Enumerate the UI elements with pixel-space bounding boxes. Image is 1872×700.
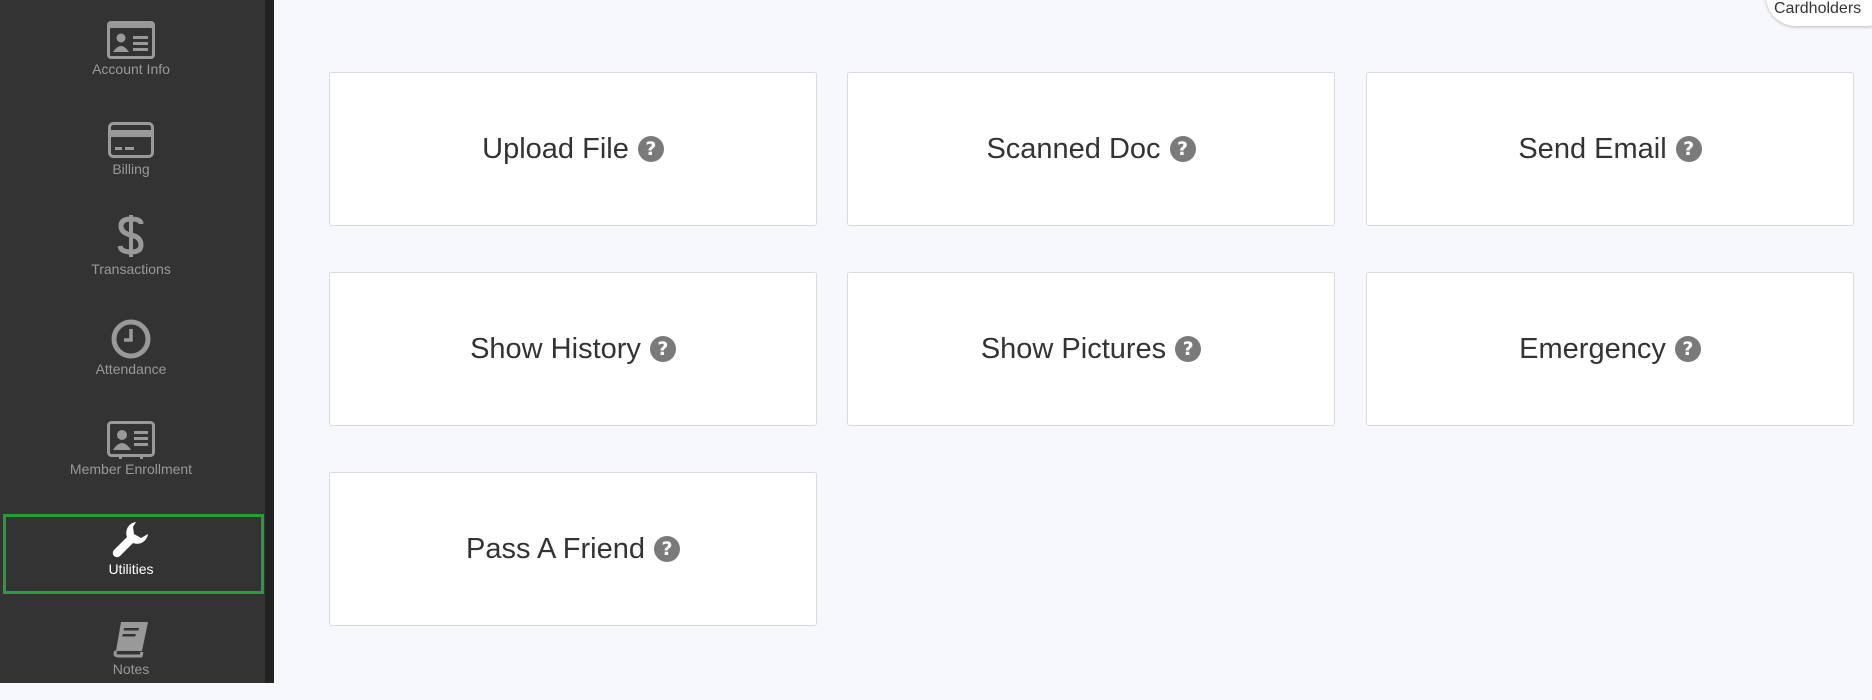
question-circle-icon[interactable]: ?	[637, 136, 664, 162]
tile-label: Scanned Doc	[986, 132, 1161, 165]
send-email-tile[interactable]: Send Email ?	[1366, 72, 1854, 226]
tile-label: Pass A Friend	[466, 532, 645, 565]
sidebar-item-label: Account Info	[92, 61, 170, 77]
question-circle-icon[interactable]: ?	[1169, 136, 1196, 162]
tile-label: Show Pictures	[980, 332, 1167, 365]
sidebar-item-label: Transactions	[91, 261, 171, 277]
question-circle-icon[interactable]: ?	[653, 536, 680, 562]
id-badge-icon	[0, 418, 262, 462]
sidebar: Account Info Billing Transactions Attend…	[0, 0, 265, 683]
pass-a-friend-tile[interactable]: Pass A Friend ?	[329, 472, 817, 626]
dollar-icon	[0, 214, 262, 258]
id-card-icon	[0, 18, 262, 62]
sidebar-item-account-info[interactable]: Account Info	[0, 0, 262, 100]
question-circle-icon[interactable]: ?	[649, 336, 676, 362]
cardholders-tab[interactable]: Cardholders	[1766, 0, 1872, 26]
sidebar-item-billing[interactable]: Billing	[0, 100, 262, 200]
emergency-tile[interactable]: Emergency ?	[1366, 272, 1854, 426]
sidebar-item-label: Member Enrollment	[69, 461, 193, 477]
sidebar-item-label: Notes	[112, 661, 150, 677]
sidebar-divider	[265, 0, 274, 683]
question-circle-icon[interactable]: ?	[1674, 336, 1701, 362]
scanned-doc-tile[interactable]: Scanned Doc ?	[847, 72, 1335, 226]
question-circle-icon[interactable]: ?	[1675, 136, 1702, 162]
show-history-tile[interactable]: Show History ?	[329, 272, 817, 426]
sidebar-item-notes[interactable]: Notes	[0, 600, 262, 700]
book-icon	[0, 617, 262, 661]
tile-label: Upload File	[482, 132, 629, 165]
sidebar-item-label: Attendance	[95, 361, 167, 377]
sidebar-item-member-enrollment[interactable]: Member Enrollment	[0, 400, 262, 500]
upload-file-tile[interactable]: Upload File ?	[329, 72, 817, 226]
sidebar-item-utilities[interactable]: Utilities	[0, 500, 262, 600]
show-pictures-tile[interactable]: Show Pictures ?	[847, 272, 1335, 426]
tile-label: Show History	[470, 332, 641, 365]
question-circle-icon[interactable]: ?	[1175, 336, 1202, 362]
sidebar-item-transactions[interactable]: Transactions	[0, 200, 262, 300]
credit-card-icon	[0, 118, 262, 162]
wrench-icon	[0, 517, 262, 561]
sidebar-item-attendance[interactable]: Attendance	[0, 300, 262, 400]
sidebar-item-label: Utilities	[108, 561, 154, 577]
tile-label: Emergency	[1519, 332, 1666, 365]
tile-label: Send Email	[1518, 132, 1667, 165]
sidebar-item-label: Billing	[112, 161, 150, 177]
clock-icon	[0, 317, 262, 361]
